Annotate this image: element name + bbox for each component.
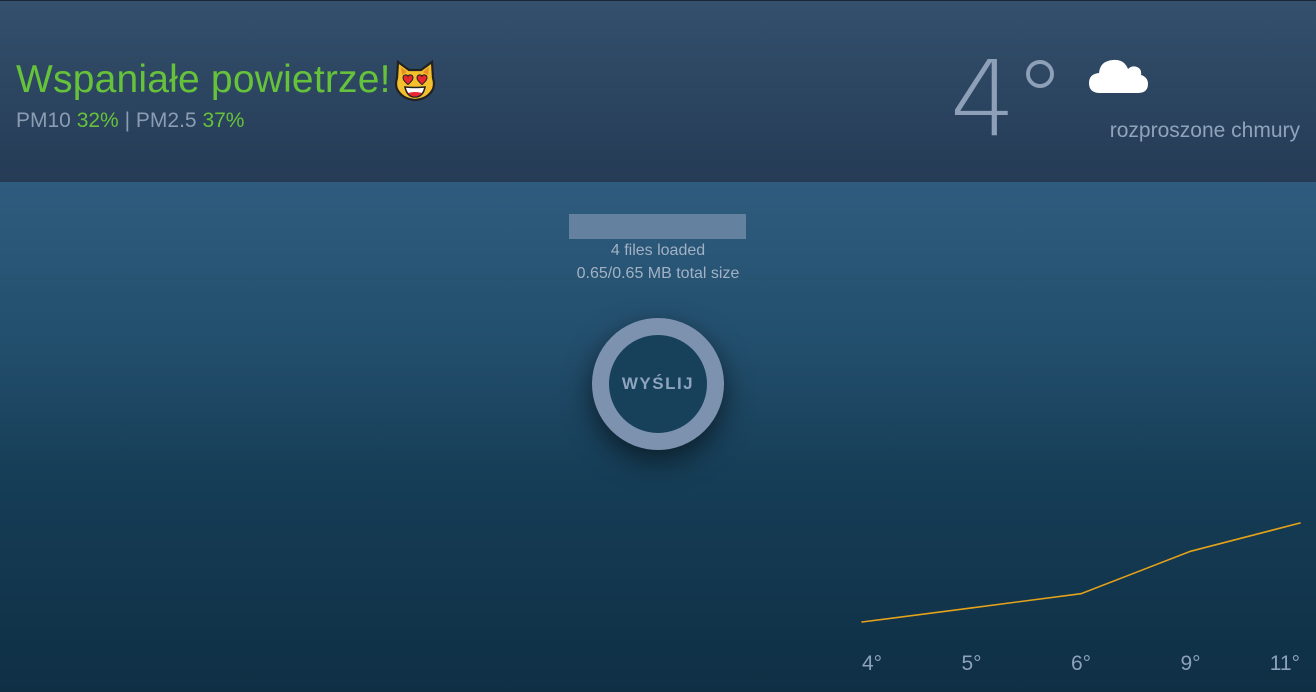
current-temperature: 4° [949,38,1066,160]
data-point [1080,592,1082,595]
data-point [1189,550,1192,553]
air-quality-title: Wspaniałe powietrze! [16,58,391,101]
weather-description: rozproszone chmury [1109,119,1300,142]
cloud-icon [1089,59,1148,93]
pm10-label: PM10 [16,109,71,132]
pm-separator: | [124,109,131,132]
chart-tick-group: 4° 5° 6° 9° 11° [862,652,1300,675]
pm-readings: PM10 32% | PM2.5 37% [16,108,244,134]
temperature-series-line [861,522,1301,623]
x-tick-label: 5° [961,652,981,675]
header-panel: Wspaniałe powietrze! PM10 32% | PM2.5 37… [0,1,1316,182]
x-tick-label: 6° [1071,652,1091,675]
x-tick-label: 9° [1180,652,1200,675]
x-tick-label: 4° [862,652,882,675]
send-button-label: WYŚLIJ [621,374,695,393]
files-loaded-text: 4 files loaded [610,242,706,259]
x-tick-label: 11° [1270,652,1300,675]
data-point [970,607,973,609]
data-point [861,621,863,623]
upload-progress-bar [569,214,746,239]
pm10-value: 32% [76,109,119,132]
send-button[interactable]: WYŚLIJ [592,318,724,450]
pm25-label: PM2.5 [135,109,197,132]
total-size-text: 0.65/0.65 MB total size [576,265,740,282]
data-point [1299,522,1301,524]
heart-eyes-cat-icon [394,59,436,102]
chart-line-group [861,522,1301,623]
pm25-value: 37% [202,109,245,132]
